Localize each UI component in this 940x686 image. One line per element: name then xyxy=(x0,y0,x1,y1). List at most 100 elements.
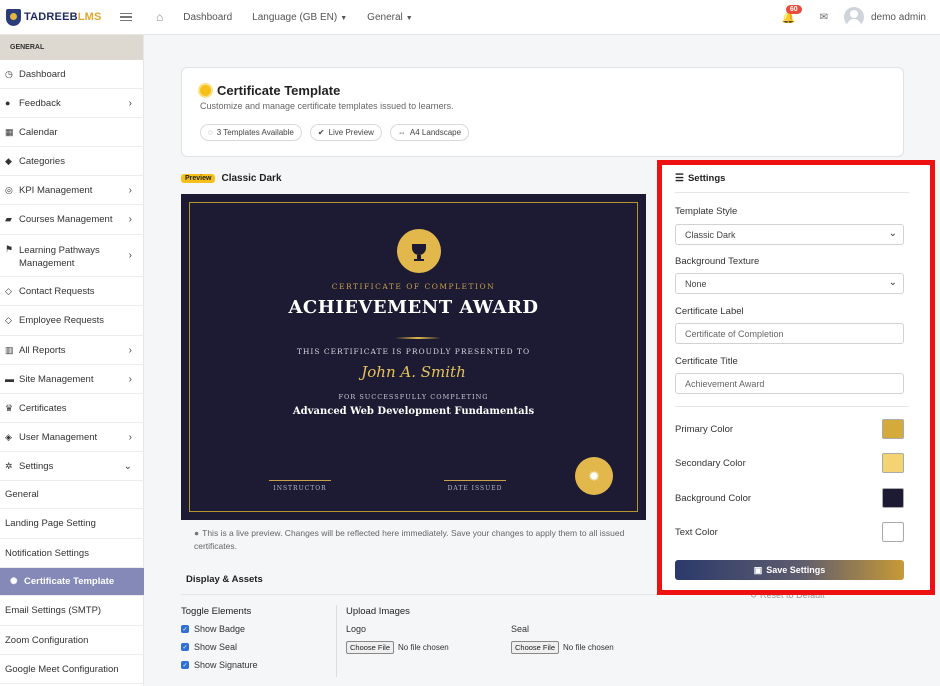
page-title-text: Certificate Template xyxy=(217,83,341,98)
template-style-select[interactable]: Classic Dark ⌄ xyxy=(675,224,904,245)
text-color-swatch[interactable] xyxy=(882,522,904,542)
sidebar-item-site-management[interactable]: ▬ Site Management › xyxy=(0,365,144,394)
preview-note-text: This is a live preview. Changes will be … xyxy=(194,528,625,551)
logo[interactable]: TADREEBLMS xyxy=(6,8,108,26)
sidebar-item-learning-pathways[interactable]: ⚑ Learning Pathways Management › xyxy=(0,235,144,277)
primary-color-label: Primary Color xyxy=(675,423,734,435)
certificate-label-label: Certificate Label xyxy=(675,306,744,317)
sidebar-item-courses[interactable]: ▰ Courses Management › xyxy=(0,205,144,235)
show-seal-checkbox[interactable]: ✓ Show Seal xyxy=(181,642,237,652)
settings-panel: ☰ Settings Template Style Classic Dark ⌄ B… xyxy=(657,160,935,595)
preview-note: ● This is a live preview. Changes will be… xyxy=(194,527,644,553)
mail-icon[interactable]: ✉ xyxy=(820,12,828,23)
sidebar-item-feedback[interactable]: ● Feedback › xyxy=(0,89,144,118)
sidebar-item-label: Email Settings (SMTP) xyxy=(5,605,102,616)
certificate-label-input[interactable]: Certificate of Completion xyxy=(675,323,904,344)
check-circle-icon: ✔ xyxy=(317,128,325,137)
sidebar-item-label: Settings xyxy=(19,460,54,472)
sidebar-item-settings[interactable]: ✲ Settings ⌄ xyxy=(0,452,144,481)
sidebar-item-label: Employee Requests xyxy=(19,315,105,326)
nav-language-label: Language (GB EN) xyxy=(252,11,338,23)
sidebar-item-label: Categories xyxy=(19,155,65,167)
seal-choose-file-button[interactable]: Choose File xyxy=(511,641,560,654)
sidebar-subitem-certificate-template[interactable]: ✺ Certificate Template xyxy=(0,568,144,596)
notification-bell-icon[interactable]: 🔔 60 xyxy=(782,4,802,24)
sidebar-item-user-management[interactable]: ◈ User Management › xyxy=(0,423,144,452)
certificate-title: ACHIEVEMENT AWARD xyxy=(288,297,539,318)
sidebar-item-calendar[interactable]: ▦ Calendar xyxy=(0,118,144,147)
sun-icon xyxy=(200,85,211,96)
chevron-down-icon: ⌄ xyxy=(888,277,897,288)
chevron-right-icon: › xyxy=(128,250,132,261)
secondary-color-swatch[interactable] xyxy=(882,453,904,473)
text-color-label: Text Color xyxy=(675,526,718,538)
info-icon: ● xyxy=(194,528,200,538)
checkbox-checked-icon[interactable]: ✓ xyxy=(181,643,189,651)
chat-icon: ● xyxy=(5,98,11,108)
sidebar-item-kpi[interactable]: ◎ KPI Management › xyxy=(0,176,144,205)
nav-general-dropdown[interactable]: General ▼ xyxy=(367,12,413,23)
sidebar-subitem-landing-page[interactable]: Landing Page Setting xyxy=(0,509,144,539)
sliders-icon: ☰ xyxy=(675,173,684,184)
preview-template-name: Classic Dark xyxy=(221,173,282,184)
settings-title-text: Settings xyxy=(687,173,726,184)
sidebar-item-employee-requests[interactable]: ◇ Employee Requests xyxy=(0,306,144,336)
chevron-right-icon: › xyxy=(128,373,132,385)
certificate-title-input[interactable]: Achievement Award xyxy=(675,373,904,394)
show-signature-checkbox[interactable]: ✓ Show Signature xyxy=(181,660,258,670)
settings-title: ☰ Settings xyxy=(675,173,725,184)
sidebar-item-categories[interactable]: ◆ Categories xyxy=(0,147,144,176)
sidebar-subitem-email-settings[interactable]: Email Settings (SMTP) xyxy=(0,596,144,626)
sidebar-subitem-general[interactable]: General xyxy=(0,481,144,509)
sidebar-item-label: Contact Requests xyxy=(19,285,95,297)
sidebar-item-label: Certificate Template xyxy=(24,576,115,587)
chevron-right-icon: › xyxy=(128,214,132,225)
sidebar-item-dashboard[interactable]: ◷ Dashboard xyxy=(0,60,144,89)
secondary-color-row: Secondary Color xyxy=(675,453,904,473)
gear-icon: ✲ xyxy=(5,460,13,471)
sidebar-item-contact-requests[interactable]: ◇ Contact Requests xyxy=(0,277,144,306)
sidebar: GENERAL ◷ Dashboard ● Feedback › ▦ Calendar … xyxy=(0,35,144,686)
background-color-swatch[interactable] xyxy=(882,488,904,508)
logo-choose-file-button[interactable]: Choose File xyxy=(346,641,395,654)
primary-color-swatch[interactable] xyxy=(882,419,904,439)
display-assets-title: Display & Assets xyxy=(186,574,263,585)
text-color-row: Text Color xyxy=(675,522,904,542)
sidebar-subitem-notification-settings[interactable]: Notification Settings xyxy=(0,539,144,568)
user-name[interactable]: demo admin xyxy=(871,12,926,23)
pill-a4-landscape: ⇔ A4 Landscape xyxy=(389,124,470,141)
route-icon: ⚑ xyxy=(5,244,14,254)
sidebar-item-certificates[interactable]: ♛ Certificates xyxy=(0,394,144,423)
page-header-card: Certificate Template Customize and manag… xyxy=(181,67,904,157)
sidebar-subitem-zoom[interactable]: Zoom Configuration xyxy=(0,626,144,655)
sidebar-section-title: GENERAL xyxy=(0,35,143,60)
save-settings-button[interactable]: ▣ Save Settings xyxy=(675,560,904,580)
divider xyxy=(675,406,909,407)
caret-down-icon: ▼ xyxy=(340,14,348,22)
menu-toggle-icon[interactable] xyxy=(120,12,132,22)
checkbox-checked-icon[interactable]: ✓ xyxy=(181,625,189,633)
show-badge-checkbox[interactable]: ✓ Show Badge xyxy=(181,624,245,634)
arrows-icon: ⇔ xyxy=(397,128,406,137)
sidebar-item-label: Landing Page Setting xyxy=(5,518,96,529)
logo-no-file-text: No file chosen xyxy=(398,643,449,652)
nav-dashboard[interactable]: Dashboard xyxy=(183,12,232,23)
floppy-disk-icon: ▣ xyxy=(753,564,763,575)
pill-label: Live Preview xyxy=(328,128,374,137)
nav-language-dropdown[interactable]: Language (GB EN) ▼ xyxy=(252,12,347,23)
speedometer-icon: ◷ xyxy=(5,68,13,79)
background-color-label: Background Color xyxy=(675,492,752,504)
background-texture-select[interactable]: None ⌄ xyxy=(675,273,904,294)
home-icon[interactable]: ⌂ xyxy=(156,10,163,24)
sidebar-item-label: Certificates xyxy=(19,402,67,414)
sidebar-item-all-reports[interactable]: ▥ All Reports › xyxy=(0,336,144,365)
pill-label: 3 Templates Available xyxy=(216,128,294,137)
checkbox-checked-icon[interactable]: ✓ xyxy=(181,661,189,669)
sidebar-item-label: Zoom Configuration xyxy=(5,634,89,646)
user-avatar[interactable] xyxy=(843,7,864,27)
background-color-row: Background Color xyxy=(675,488,904,508)
sidebar-item-label-line2: Management xyxy=(19,258,75,269)
pill-label: A4 Landscape xyxy=(409,128,462,137)
chevron-right-icon: › xyxy=(128,184,132,196)
sidebar-subitem-google-meet[interactable]: Google Meet Configuration xyxy=(0,655,144,684)
